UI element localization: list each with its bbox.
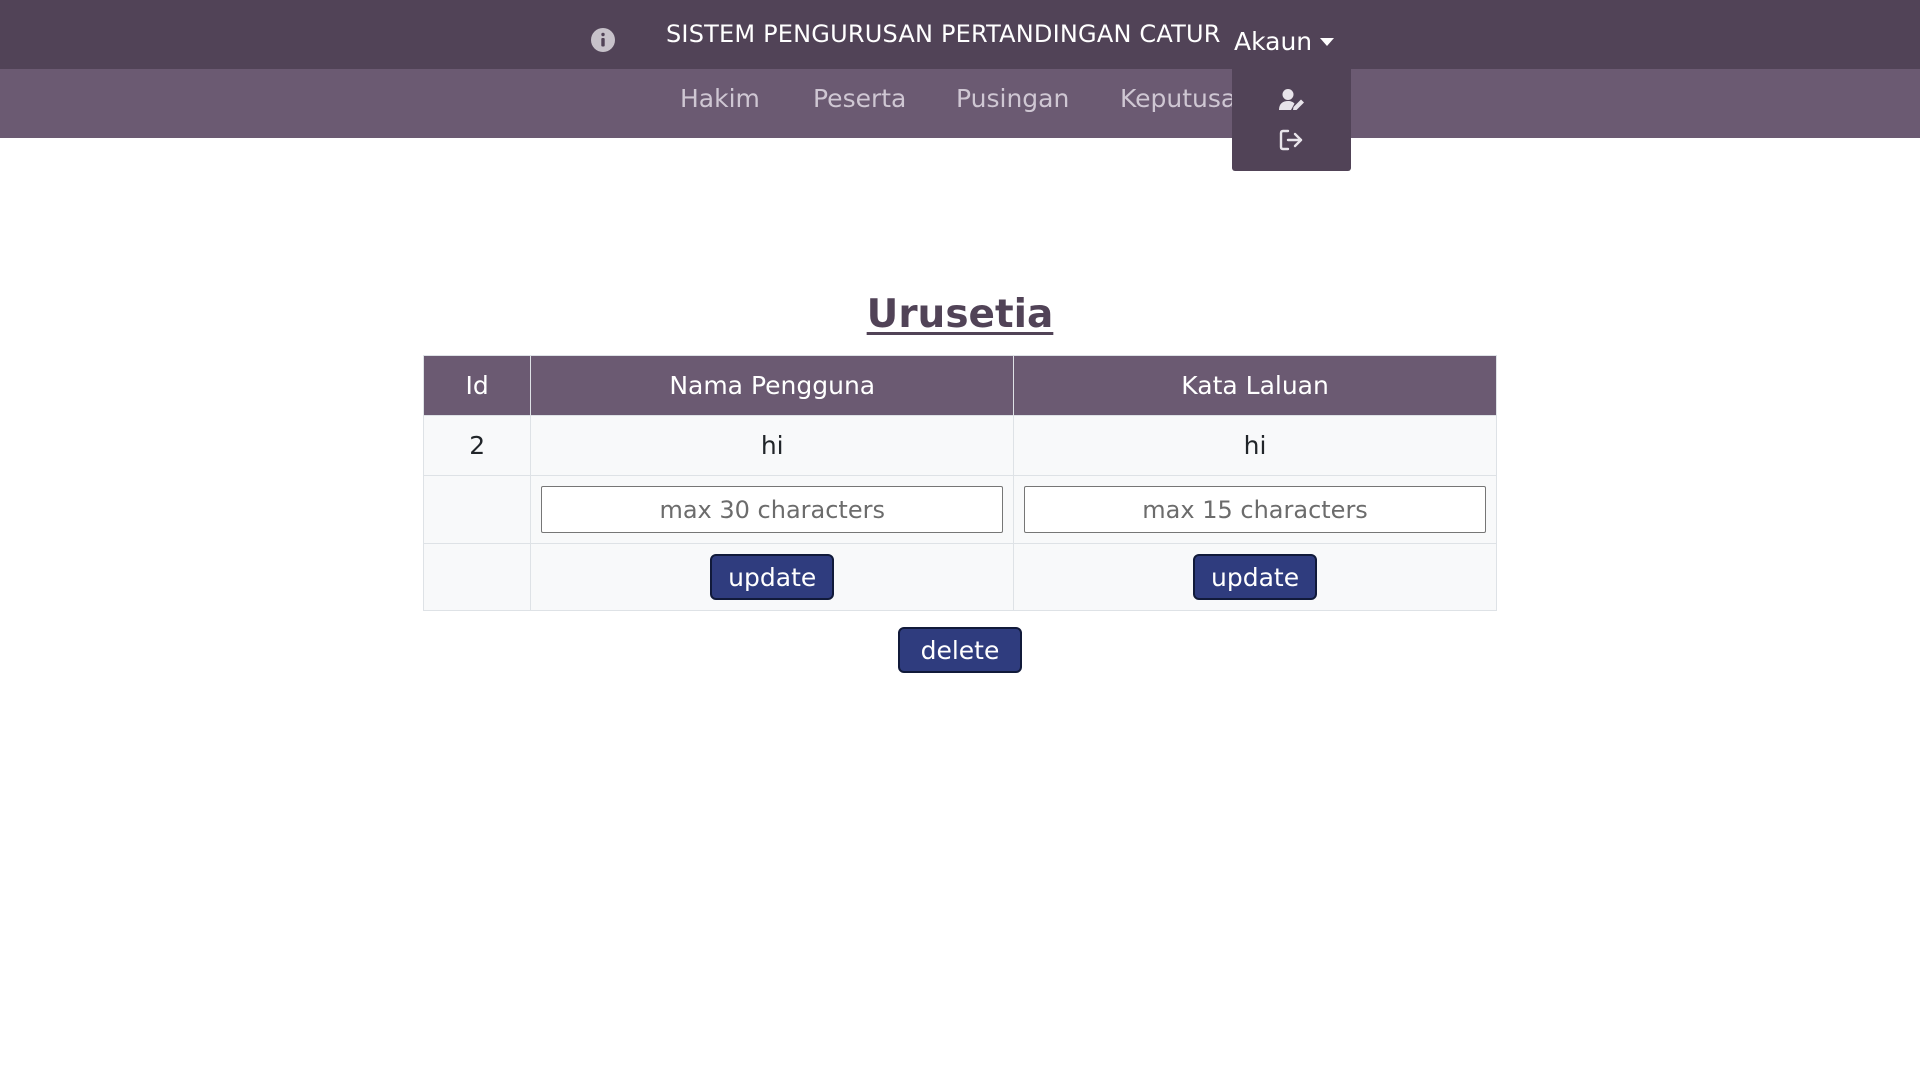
main-navbar: Hakim Peserta Pusingan Keputusan [0, 69, 1920, 138]
password-input[interactable] [1024, 486, 1487, 533]
password-update-cell: update [1013, 543, 1497, 611]
empty-cell [422, 475, 532, 544]
page-title: Urusetia [866, 292, 1054, 337]
update-button-row: update update [422, 543, 1497, 611]
account-label: Akaun [1234, 26, 1313, 56]
cell-id: 2 [422, 415, 532, 476]
delete-button[interactable]: delete [898, 627, 1022, 673]
edit-input-row [422, 475, 1497, 544]
cell-username: hi [530, 415, 1015, 476]
account-dropdown-toggle[interactable]: Akaun [1234, 24, 1335, 58]
account-dropdown-menu [1232, 69, 1351, 171]
info-icon[interactable] [590, 27, 616, 53]
update-password-button[interactable]: update [1193, 554, 1318, 600]
table-header-row: Id Nama Pengguna Kata Laluan [422, 355, 1497, 416]
cell-password: hi [1013, 415, 1497, 476]
password-input-cell [1013, 475, 1497, 544]
column-header-id: Id [422, 355, 532, 416]
app-title: SISTEM PENGURUSAN PERTANDINGAN CATUR [666, 20, 1221, 48]
table-row: 2 hi hi [422, 415, 1497, 476]
nav-item-peserta[interactable]: Peserta [813, 84, 906, 113]
username-input[interactable] [541, 486, 1004, 533]
sign-out-icon[interactable] [1278, 127, 1306, 153]
nav-item-hakim[interactable]: Hakim [680, 84, 760, 113]
urusetia-table: Id Nama Pengguna Kata Laluan 2 hi hi upd… [422, 355, 1497, 611]
caret-down-icon [1320, 38, 1335, 46]
column-header-password: Kata Laluan [1013, 355, 1497, 416]
page-heading: Urusetia [0, 292, 1920, 337]
username-update-cell: update [530, 543, 1015, 611]
user-edit-icon[interactable] [1278, 87, 1306, 113]
column-header-username: Nama Pengguna [530, 355, 1015, 416]
empty-cell [422, 543, 532, 611]
nav-item-pusingan[interactable]: Pusingan [956, 84, 1069, 113]
update-username-button[interactable]: update [710, 554, 835, 600]
username-input-cell [530, 475, 1015, 544]
top-header-bar: SISTEM PENGURUSAN PERTANDINGAN CATUR Aka… [0, 0, 1920, 69]
